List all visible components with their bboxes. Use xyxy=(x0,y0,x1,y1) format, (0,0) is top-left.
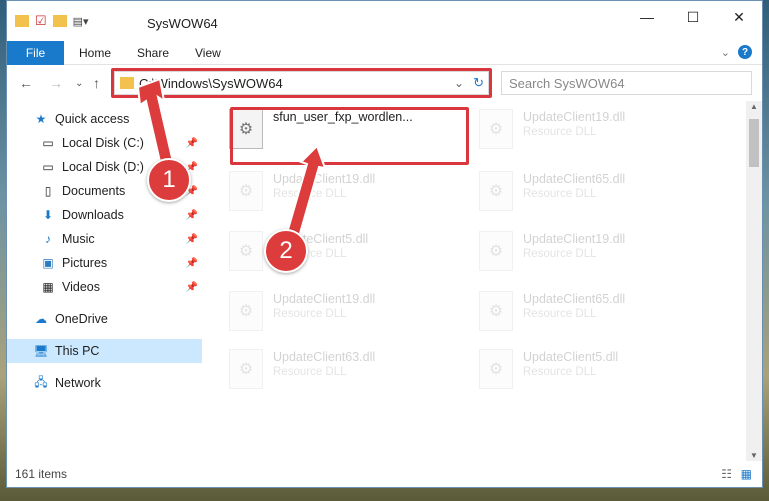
tab-view[interactable]: View xyxy=(195,46,221,60)
document-icon: ▯ xyxy=(44,184,52,198)
chevron-up-icon[interactable]: ▲ xyxy=(750,102,758,111)
maximize-button[interactable]: ☐ xyxy=(670,1,716,33)
callout-badge-1: 1 xyxy=(147,158,191,202)
gear-file-icon: ⚙ xyxy=(479,291,513,331)
title-bar: ☑ ▤▾ SysWOW64 — ☐ ✕ xyxy=(7,1,762,41)
file-item[interactable]: ⚙ UpdateClient65.dll Resource DLL xyxy=(457,167,697,215)
help-icon[interactable]: ? xyxy=(738,45,752,59)
back-icon[interactable]: ← xyxy=(19,75,33,91)
tab-file[interactable]: File xyxy=(7,41,64,65)
gear-file-icon: ⚙ xyxy=(229,171,263,211)
vertical-scrollbar[interactable]: ▲ ▼ xyxy=(746,101,762,461)
file-item[interactable]: ⚙ UpdateClient63.dll Resource DLL xyxy=(207,345,447,393)
scrollbar-thumb[interactable] xyxy=(749,119,759,167)
sidebar-item-network[interactable]: 🖧 Network xyxy=(7,371,202,395)
explorer-window: ☑ ▤▾ SysWOW64 — ☐ ✕ File Home Share View… xyxy=(6,0,763,488)
pin-icon: 📌 xyxy=(185,257,198,269)
sidebar-item-onedrive[interactable]: ☁ OneDrive xyxy=(7,307,202,331)
drive-icon: ▭ xyxy=(42,136,54,150)
chevron-down-icon[interactable]: ▼ xyxy=(750,451,758,460)
file-item[interactable]: ⚙ UpdateClient19.dllResource DLL xyxy=(207,287,447,335)
pin-icon: 📌 xyxy=(185,209,198,221)
file-highlight xyxy=(230,107,469,165)
file-item[interactable]: ⚙ UpdateClient19.dllResource DLL xyxy=(457,227,697,275)
forward-icon[interactable]: → xyxy=(49,75,63,91)
gear-file-icon: ⚙ xyxy=(229,231,263,271)
item-count: 161 items xyxy=(15,467,68,481)
star-icon: ★ xyxy=(35,112,47,126)
gear-file-icon: ⚙ xyxy=(229,349,263,389)
gear-file-icon: ⚙ xyxy=(229,291,263,331)
cloud-icon: ☁ xyxy=(35,312,47,326)
status-bar: 161 items ☷ ▦ xyxy=(7,461,762,487)
file-item[interactable]: ⚙ UpdateClient5.dll Resource DLL xyxy=(457,345,697,393)
drive-icon: ▭ xyxy=(42,160,54,174)
computer-icon: 🖥 xyxy=(33,344,49,358)
pin-icon: 📌 xyxy=(185,233,198,245)
sidebar-item-music[interactable]: ♪ Music 📌 xyxy=(7,227,202,251)
tab-share[interactable]: Share xyxy=(137,46,169,60)
sidebar-item-videos[interactable]: ▦ Videos 📌 xyxy=(7,275,202,299)
sidebar-item-pictures[interactable]: ▣ Pictures 📌 xyxy=(7,251,202,275)
file-item[interactable]: ⚙ UpdateClient19.dllResource DLL xyxy=(457,105,697,153)
video-icon: ▦ xyxy=(42,280,54,294)
file-item[interactable]: ⚙ UpdateClient65.dll Resource DLL xyxy=(457,287,697,335)
properties-icon[interactable]: ☑ xyxy=(35,13,47,29)
details-view-icon[interactable]: ☷ xyxy=(721,467,732,481)
callout-badge-2: 2 xyxy=(264,229,308,273)
network-icon: 🖧 xyxy=(34,374,48,389)
quick-access-toolbar: ☑ ▤▾ xyxy=(15,13,89,29)
pictures-icon: ▣ xyxy=(42,256,54,270)
tab-home[interactable]: Home xyxy=(79,46,111,60)
new-folder-icon[interactable] xyxy=(52,15,67,27)
sidebar-item-this-pc[interactable]: 🖥 This PC xyxy=(7,339,202,363)
ribbon-tabs: File Home Share View ⌄ ? xyxy=(7,41,762,65)
gear-file-icon: ⚙ xyxy=(479,171,513,211)
sidebar-item-downloads[interactable]: ⬇ Downloads 📌 xyxy=(7,203,202,227)
large-icons-view-icon[interactable]: ▦ xyxy=(741,467,752,481)
customize-toolbar-icon[interactable]: ▤▾ xyxy=(73,15,89,28)
up-icon[interactable]: ↑ xyxy=(93,75,100,91)
close-button[interactable]: ✕ xyxy=(716,1,762,33)
navigation-bar: ← → ⌄ ↑ C:\Windows\SysWOW64 ⌄ ↻ Search S… xyxy=(7,65,762,101)
gear-file-icon: ⚙ xyxy=(479,231,513,271)
pin-icon: 📌 xyxy=(185,281,198,293)
recent-locations-icon[interactable]: ⌄ xyxy=(75,78,83,89)
music-icon: ♪ xyxy=(45,232,51,246)
chevron-down-icon[interactable]: ⌄ xyxy=(721,46,730,59)
gear-file-icon: ⚙ xyxy=(479,349,513,389)
gear-file-icon: ⚙ xyxy=(479,109,513,149)
download-icon: ⬇ xyxy=(42,208,54,222)
minimize-button[interactable]: — xyxy=(624,1,670,33)
window-title: SysWOW64 xyxy=(147,16,218,31)
folder-icon xyxy=(15,15,29,27)
search-input[interactable]: Search SysWOW64 xyxy=(501,71,752,95)
